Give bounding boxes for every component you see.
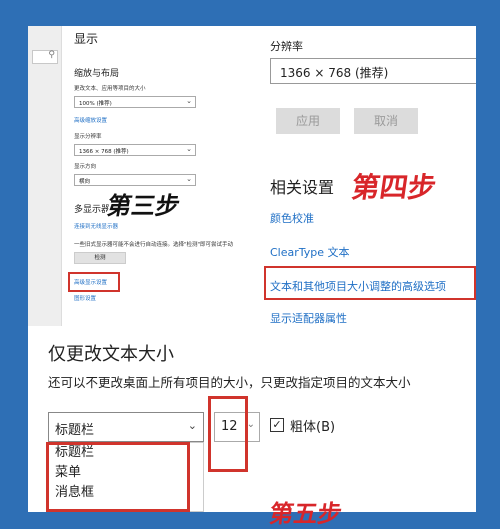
detect-button[interactable]: 检测 xyxy=(74,252,126,264)
graphics-settings-link[interactable]: 图形设置 xyxy=(74,294,96,302)
step-three-caption: 第三步 xyxy=(105,192,183,220)
text-size-label: 更改文本、应用等项目的大小 xyxy=(74,86,146,92)
chevron-down-icon: ⌄ xyxy=(186,175,192,183)
related-settings-heading: 相关设置 xyxy=(270,178,335,197)
highlight-box xyxy=(208,396,248,472)
item-select-value: 标题栏 xyxy=(55,423,95,438)
highlight-box xyxy=(264,266,476,300)
cancel-button[interactable]: 取消 xyxy=(354,108,418,134)
chevron-down-icon: ⌄ xyxy=(186,145,192,153)
resolution-select[interactable]: 1366 × 768 (推荐) xyxy=(270,58,476,84)
scale-select-value: 100% (推荐) xyxy=(79,101,112,107)
orientation-select[interactable]: 横向 ⌄ xyxy=(74,174,196,186)
screenshot-frame: ⚲ 显示 缩放与布局 更改文本、应用等项目的大小 100% (推荐) ⌄ 高级缩… xyxy=(0,0,500,528)
highlight-box xyxy=(68,272,120,292)
resolution-label: 显示分辨率 xyxy=(74,134,102,140)
scale-select[interactable]: 100% (推荐) ⌄ xyxy=(74,96,196,108)
resolution-select-value: 1366 × 768 (推荐) xyxy=(280,66,389,80)
adapter-properties-link[interactable]: 显示适配器属性 xyxy=(270,310,347,326)
advanced-scale-link[interactable]: 高级缩放设置 xyxy=(74,116,107,124)
apply-button[interactable]: 应用 xyxy=(276,108,340,134)
settings-nav-strip: ⚲ xyxy=(28,26,62,326)
page-title: 显示 xyxy=(74,32,99,46)
scale-section-heading: 缩放与布局 xyxy=(74,69,120,79)
step-four-caption: 第四步 xyxy=(349,171,439,204)
text-size-panel: 仅更改文本大小 还可以不更改桌面上所有项目的大小，只更改指定项目的文本大小 标题… xyxy=(28,326,476,512)
search-icon: ⚲ xyxy=(48,50,55,60)
resolution-label: 分辨率 xyxy=(270,40,303,53)
highlight-box xyxy=(46,442,190,512)
item-select[interactable]: 标题栏 ⌄ xyxy=(48,412,204,442)
chevron-down-icon: ⌄ xyxy=(187,419,197,432)
bold-checkbox[interactable]: ✓ xyxy=(270,418,284,432)
resolution-select-value: 1366 × 768 (推荐) xyxy=(79,149,129,155)
orientation-label: 显示方向 xyxy=(74,164,97,170)
search-box[interactable]: ⚲ xyxy=(32,50,58,64)
chevron-down-icon: ⌄ xyxy=(186,97,192,105)
resolution-select[interactable]: 1366 × 768 (推荐) ⌄ xyxy=(74,144,196,156)
connect-wireless-link[interactable]: 连接到无线显示器 xyxy=(74,222,118,230)
cleartype-link[interactable]: ClearType 文本 xyxy=(270,244,350,260)
color-calibration-link[interactable]: 颜色校准 xyxy=(270,210,314,226)
detect-note: 一些旧式显示器可能不会进行自动连接。选择"检测"即可尝试手动 xyxy=(74,242,234,248)
bold-label: 粗体(B) xyxy=(290,420,336,435)
text-size-description: 还可以不更改桌面上所有项目的大小，只更改指定项目的文本大小 xyxy=(48,375,411,390)
text-size-title: 仅更改文本大小 xyxy=(48,344,174,365)
display-settings-panel: ⚲ 显示 缩放与布局 更改文本、应用等项目的大小 100% (推荐) ⌄ 高级缩… xyxy=(28,26,262,326)
multi-display-heading: 多显示器 xyxy=(74,205,111,215)
orientation-select-value: 横向 xyxy=(79,179,91,185)
